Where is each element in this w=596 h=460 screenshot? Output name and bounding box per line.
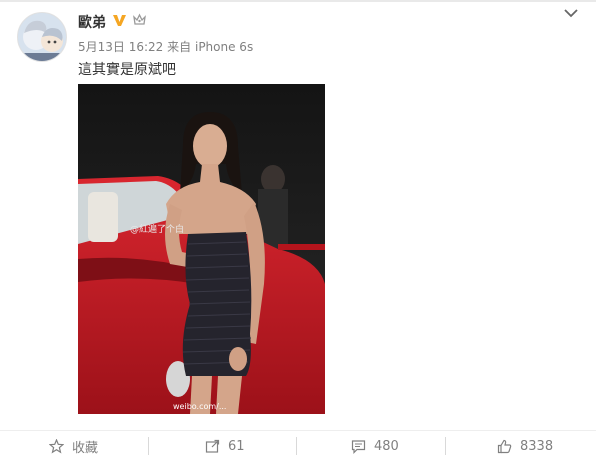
source-prefix: 来自 — [167, 40, 192, 54]
divider — [296, 437, 297, 455]
post-photo — [78, 84, 325, 414]
post-source[interactable]: iPhone 6s — [195, 40, 253, 54]
weibo-post-card: 歐弟 5月13日 16:22 来自 iPhone 6s 這其實是原斌吧 @紅遍了… — [0, 0, 596, 460]
post-date[interactable]: 5月13日 16:22 — [78, 40, 163, 54]
post-image[interactable]: @紅遍了个白 weibo.com/... — [78, 84, 325, 414]
image-footer: weibo.com/... — [173, 402, 227, 411]
repost-count: 61 — [228, 438, 245, 454]
post-text: 這其實是原斌吧 — [78, 62, 176, 78]
thumbs-up-icon — [497, 439, 512, 453]
avatar-image — [18, 13, 66, 61]
comment-button[interactable]: 480 — [351, 431, 399, 460]
star-icon — [49, 438, 64, 453]
comment-count: 480 — [374, 438, 399, 454]
member-crown-icon[interactable] — [132, 13, 147, 27]
like-count: 8338 — [520, 438, 554, 454]
repost-icon — [205, 439, 220, 453]
divider — [0, 0, 596, 2]
avatar[interactable] — [17, 12, 67, 62]
image-watermark: @紅遍了个白 — [130, 225, 185, 235]
like-button[interactable]: 8338 — [497, 431, 553, 460]
verified-icon[interactable] — [112, 13, 127, 28]
divider — [445, 437, 446, 455]
chevron-down-icon[interactable] — [562, 6, 580, 20]
divider — [148, 437, 149, 455]
action-bar: 收藏 61 480 8338 — [0, 430, 596, 460]
repost-button[interactable]: 61 — [205, 431, 245, 460]
post-meta: 5月13日 16:22 来自 iPhone 6s — [78, 38, 253, 55]
favorite-label: 收藏 — [72, 440, 99, 456]
comment-icon — [351, 439, 366, 454]
username[interactable]: 歐弟 — [78, 12, 106, 32]
favorite-button[interactable]: 收藏 — [49, 431, 98, 460]
